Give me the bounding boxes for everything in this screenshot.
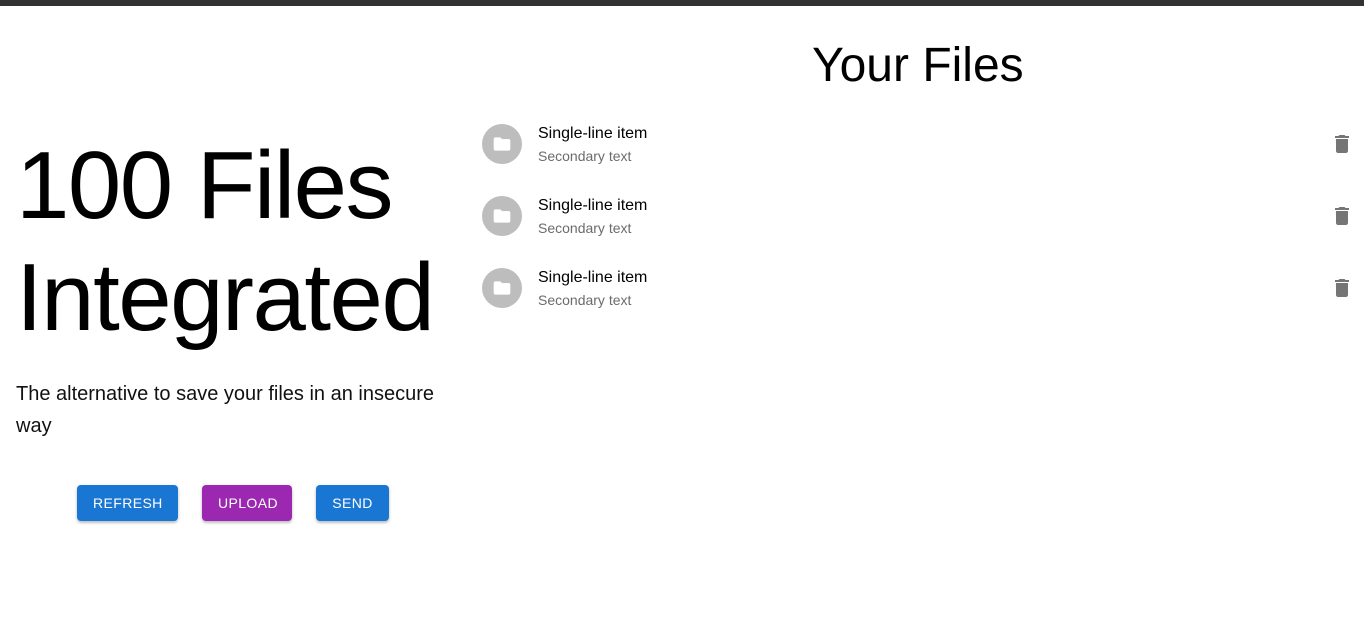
folder-icon <box>493 209 511 223</box>
file-item-secondary: Secondary text <box>538 220 632 236</box>
file-item-text: Single-line item Secondary text <box>538 194 647 238</box>
file-list: Single-line item Secondary text Single-l… <box>482 108 1364 324</box>
file-list-item[interactable]: Single-line item Secondary text <box>482 180 1364 252</box>
file-item-primary: Single-line item <box>538 269 648 286</box>
action-buttons: REFRESH UPLOAD SEND <box>77 485 389 521</box>
refresh-button[interactable]: REFRESH <box>77 485 178 521</box>
folder-avatar <box>482 196 522 236</box>
hero-title-line-1: 100 Files <box>16 132 394 239</box>
hero-title: 100 Files Integrated <box>16 130 456 354</box>
file-item-secondary: Secondary text <box>538 292 632 308</box>
files-title: Your Files <box>812 39 1024 92</box>
delete-icon <box>1335 279 1349 297</box>
send-button[interactable]: SEND <box>316 485 389 521</box>
hero-tagline: The alternative to save your files in an… <box>16 383 434 437</box>
delete-button[interactable] <box>1330 276 1354 300</box>
upload-button[interactable]: UPLOAD <box>202 485 292 521</box>
file-item-primary: Single-line item <box>538 125 648 142</box>
file-item-text: Single-line item Secondary text <box>538 122 647 166</box>
folder-icon <box>493 137 511 151</box>
top-app-bar <box>0 0 1364 6</box>
file-item-text: Single-line item Secondary text <box>538 266 647 310</box>
delete-icon <box>1335 207 1349 225</box>
folder-icon <box>493 281 511 295</box>
file-item-primary: Single-line item <box>538 197 648 214</box>
file-list-item[interactable]: Single-line item Secondary text <box>482 108 1364 180</box>
file-item-secondary: Secondary text <box>538 148 632 164</box>
folder-avatar <box>482 124 522 164</box>
folder-avatar <box>482 268 522 308</box>
delete-button[interactable] <box>1330 132 1354 156</box>
delete-button[interactable] <box>1330 204 1354 228</box>
delete-icon <box>1335 135 1349 153</box>
hero-section: 100 Files Integrated The alternative to … <box>16 130 456 442</box>
file-list-item[interactable]: Single-line item Secondary text <box>482 252 1364 324</box>
hero-title-line-2: Integrated <box>16 244 435 351</box>
